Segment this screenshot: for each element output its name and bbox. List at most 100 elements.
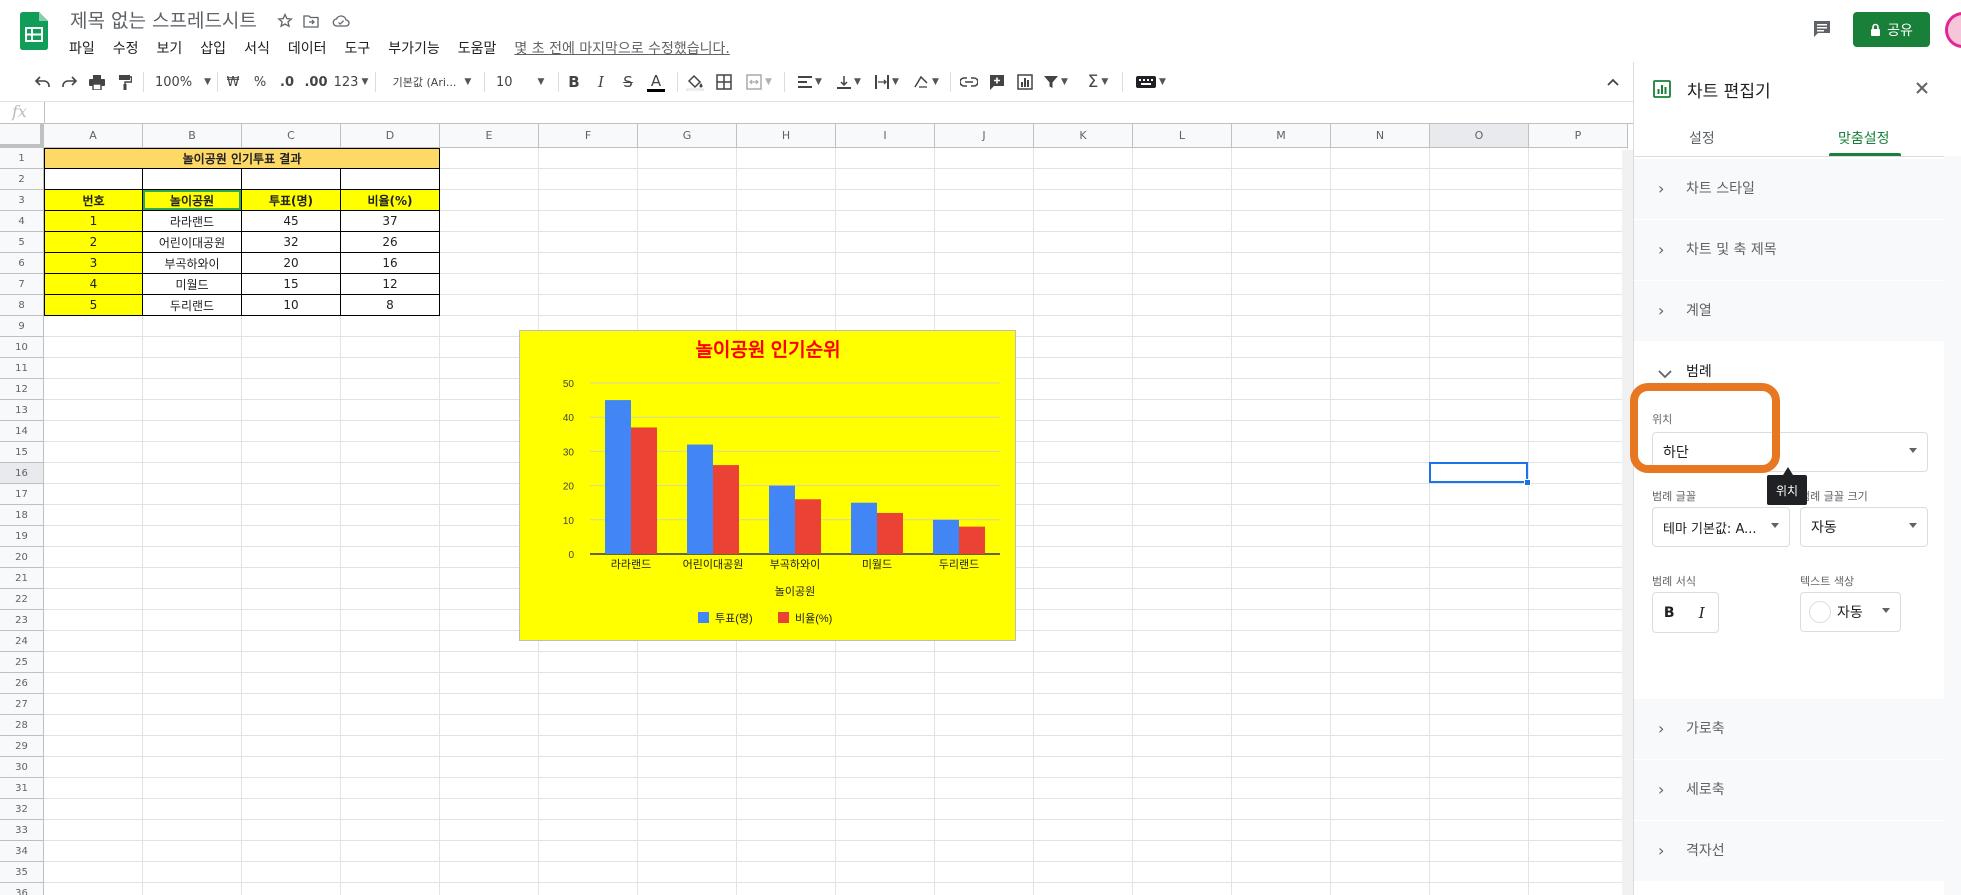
share-button[interactable]: 공유 [1853, 12, 1930, 47]
menu-tools[interactable]: 도구 [335, 36, 379, 60]
vertical-scrollbar[interactable] [1622, 150, 1633, 895]
table-cell[interactable]: 8 [341, 295, 440, 316]
empty-cell[interactable] [143, 169, 242, 190]
star-icon[interactable] [274, 10, 296, 32]
table-cell[interactable]: 3 [44, 253, 143, 274]
section-chart-axis-titles[interactable]: › 차트 및 축 제목 [1634, 220, 1944, 280]
table-cell[interactable]: 16 [341, 253, 440, 274]
row-header-30[interactable]: 30 [0, 757, 44, 778]
column-header-o[interactable]: O [1430, 124, 1529, 148]
embedded-chart[interactable]: 놀이공원 인기순위 0 10 20 30 40 50 라라랜드 어린이대공원 부곡하와이 미월드 두리… [519, 330, 1016, 641]
cloud-status-icon[interactable] [330, 10, 352, 32]
table-cell[interactable]: 10 [242, 295, 341, 316]
font-family-select[interactable]: 기본값 (Ari... ▼ [386, 68, 478, 96]
currency-format-button[interactable]: ₩ [224, 68, 242, 96]
merge-cells-icon[interactable]: ▼ [742, 68, 776, 96]
row-header-23[interactable]: 23 [0, 610, 44, 631]
table-cell[interactable]: 미월드 [143, 274, 242, 295]
table-cell[interactable]: 15 [242, 274, 341, 295]
redo-icon[interactable] [58, 68, 80, 96]
row-header-28[interactable]: 28 [0, 715, 44, 736]
fill-color-icon[interactable] [684, 68, 706, 96]
row-header-15[interactable]: 15 [0, 442, 44, 463]
row-header-1[interactable]: 1 [0, 148, 44, 169]
table-cell[interactable]: 32 [242, 232, 341, 253]
row-header-24[interactable]: 24 [0, 631, 44, 652]
header-cell-ratio[interactable]: 비율(%) [341, 190, 440, 211]
table-cell[interactable]: 2 [44, 232, 143, 253]
print-icon[interactable] [86, 68, 108, 96]
section-vertical-axis[interactable]: › 세로축 [1634, 760, 1944, 820]
column-header-i[interactable]: I [836, 124, 935, 148]
row-header-31[interactable]: 31 [0, 778, 44, 799]
text-wrap-icon[interactable]: ▼ [872, 68, 902, 96]
row-header-9[interactable]: 9 [0, 316, 44, 337]
table-cell[interactable]: 4 [44, 274, 143, 295]
increase-decimal-button[interactable]: .00 [302, 68, 330, 96]
borders-icon[interactable] [713, 68, 735, 96]
column-header-b[interactable]: B [143, 124, 242, 148]
section-series[interactable]: › 계열 [1634, 281, 1944, 341]
column-header-m[interactable]: M [1232, 124, 1331, 148]
row-header-11[interactable]: 11 [0, 358, 44, 379]
row-header-21[interactable]: 21 [0, 568, 44, 589]
row-header-13[interactable]: 13 [0, 400, 44, 421]
decrease-decimal-button[interactable]: .0 [276, 68, 298, 96]
column-header-l[interactable]: L [1133, 124, 1232, 148]
table-cell[interactable]: 26 [341, 232, 440, 253]
row-header-25[interactable]: 25 [0, 652, 44, 673]
row-header-27[interactable]: 27 [0, 694, 44, 715]
row-header-3[interactable]: 3 [0, 190, 44, 211]
collapse-toolbar-icon[interactable] [1602, 68, 1624, 96]
table-cell[interactable]: 라라랜드 [143, 211, 242, 232]
menu-addons[interactable]: 부가기능 [379, 36, 449, 60]
row-header-29[interactable]: 29 [0, 736, 44, 757]
column-header-p[interactable]: P [1529, 124, 1628, 148]
table-cell[interactable]: 두리랜드 [143, 295, 242, 316]
bold-icon[interactable]: B [564, 68, 584, 96]
row-header-36[interactable]: 36 [0, 883, 44, 895]
tab-setup[interactable]: 설정 [1689, 128, 1715, 148]
row-header-6[interactable]: 6 [0, 253, 44, 274]
column-header-h[interactable]: H [737, 124, 836, 148]
section-horizontal-axis[interactable]: › 가로축 [1634, 699, 1944, 759]
column-header-k[interactable]: K [1034, 124, 1133, 148]
comment-history-icon[interactable] [1806, 14, 1838, 44]
column-header-f[interactable]: F [539, 124, 638, 148]
column-header-j[interactable]: J [935, 124, 1034, 148]
header-cell-no[interactable]: 번호 [44, 190, 143, 211]
last-edit-link[interactable]: 몇 초 전에 마지막으로 수정했습니다. [505, 36, 738, 60]
bold-toggle[interactable]: B [1653, 593, 1686, 632]
panel-scrollbar[interactable] [1944, 156, 1961, 895]
row-header-18[interactable]: 18 [0, 505, 44, 526]
header-cell-park[interactable]: 놀이공원 [143, 190, 242, 211]
menu-data[interactable]: 데이터 [279, 36, 336, 60]
empty-cell[interactable] [44, 169, 143, 190]
sheets-logo-icon[interactable] [20, 12, 48, 50]
row-header-14[interactable]: 14 [0, 421, 44, 442]
row-header-20[interactable]: 20 [0, 547, 44, 568]
percent-format-button[interactable]: % [251, 68, 269, 96]
formula-bar[interactable]: fx [0, 102, 1633, 124]
menu-view[interactable]: 보기 [148, 36, 192, 60]
text-rotation-icon[interactable]: ▼ [910, 68, 942, 96]
avatar[interactable] [1945, 12, 1961, 48]
row-header-17[interactable]: 17 [0, 484, 44, 505]
input-tools-icon[interactable]: ▼ [1132, 68, 1170, 96]
fill-handle[interactable] [1524, 479, 1531, 486]
insert-chart-icon[interactable] [1014, 68, 1036, 96]
legend-font-dropdown[interactable]: 테마 기본값: A... [1652, 507, 1790, 547]
filter-icon[interactable]: ▼ [1042, 68, 1070, 96]
empty-cell[interactable] [341, 169, 440, 190]
column-header-n[interactable]: N [1331, 124, 1430, 148]
more-formats-button[interactable]: 123 ▼ [334, 68, 369, 96]
italic-icon[interactable]: I [591, 68, 611, 96]
row-header-10[interactable]: 10 [0, 337, 44, 358]
insert-link-icon[interactable] [958, 68, 980, 96]
row-header-33[interactable]: 33 [0, 820, 44, 841]
italic-toggle[interactable]: I [1686, 593, 1719, 632]
table-cell[interactable]: 20 [242, 253, 341, 274]
row-header-8[interactable]: 8 [0, 295, 44, 316]
row-header-5[interactable]: 5 [0, 232, 44, 253]
insert-comment-icon[interactable] [986, 68, 1008, 96]
